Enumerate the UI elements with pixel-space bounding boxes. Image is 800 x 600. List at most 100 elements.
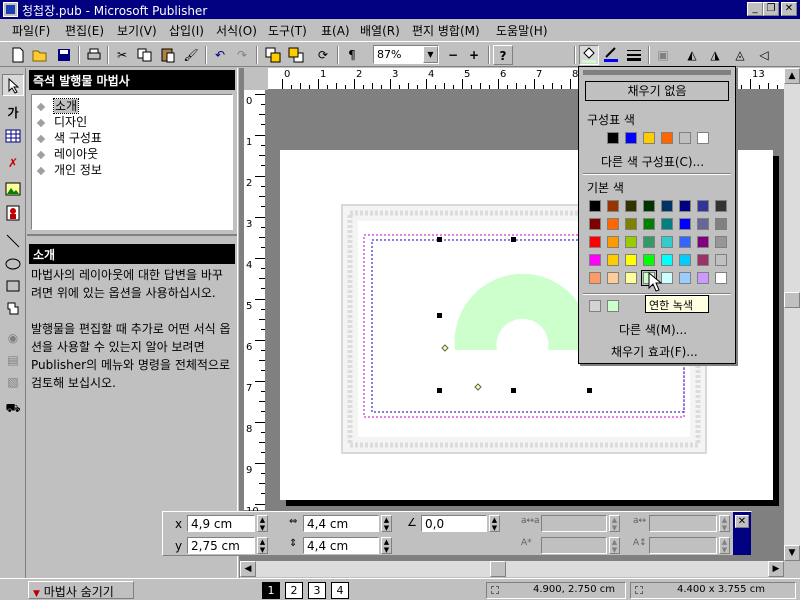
measure-toolbar-titlebar[interactable]: ✕ (733, 512, 751, 555)
basic-color-swatch[interactable] (607, 236, 619, 248)
other-scheme-item[interactable]: 다른 색 구성표(C)... (601, 153, 704, 170)
scheme-color-swatch[interactable] (697, 132, 709, 144)
form-control-icon[interactable]: ◉ (2, 327, 24, 349)
basic-color-swatch[interactable] (715, 236, 727, 248)
more-colors-item[interactable]: 다른 색(M)... (619, 321, 687, 338)
basic-color-swatch[interactable] (679, 236, 691, 248)
shadow-icon[interactable]: ▣ (653, 45, 673, 65)
basic-color-swatch[interactable] (697, 254, 709, 266)
scroll-right-button[interactable]: ▶ (768, 561, 784, 577)
html-code-icon[interactable]: ▤ (2, 349, 24, 371)
basic-color-swatch[interactable] (679, 200, 691, 212)
x-spinner[interactable]: ▲ ▼ (257, 515, 268, 532)
menu-help[interactable]: 도움말(H) (496, 22, 548, 39)
format-painter-icon[interactable]: 🖌 (181, 45, 201, 65)
line-style-icon[interactable] (624, 45, 644, 65)
save-icon[interactable] (54, 45, 74, 65)
basic-color-swatch[interactable] (625, 218, 637, 230)
rectangle-tool-icon[interactable] (2, 275, 24, 297)
menu-drag-bar[interactable] (583, 70, 731, 75)
menu-edit[interactable]: 편집(E) (65, 22, 104, 39)
basic-color-swatch[interactable] (697, 236, 709, 248)
basic-color-swatch[interactable] (625, 200, 637, 212)
zoom-out-button[interactable]: − (443, 45, 463, 65)
wizard-step-intro[interactable]: 소개 (36, 97, 80, 114)
hide-wizard-button[interactable]: ▼ 마법사 숨기기 (28, 581, 134, 599)
basic-color-swatch[interactable] (679, 254, 691, 266)
basic-color-swatch[interactable] (643, 218, 655, 230)
wordart-icon[interactable]: ✗ (2, 152, 24, 174)
basic-color-swatch[interactable] (715, 200, 727, 212)
horizontal-scroll-thumb[interactable] (490, 561, 506, 577)
basic-color-swatch[interactable] (715, 218, 727, 230)
page-tab-3[interactable]: 3 (308, 582, 326, 599)
basic-color-swatch[interactable] (643, 200, 655, 212)
wizard-splitter[interactable] (27, 234, 237, 242)
page-tab-2[interactable]: 2 (285, 582, 303, 599)
paste-icon[interactable] (158, 45, 178, 65)
basic-color-swatch[interactable] (607, 254, 619, 266)
fill-effects-item[interactable]: 채우기 효과(F)... (611, 343, 698, 360)
pointer-icon[interactable] (2, 74, 24, 96)
custom-shapes-icon[interactable] (2, 297, 24, 319)
menu-table[interactable]: 표(A) (321, 22, 350, 39)
help-icon[interactable]: ? (493, 45, 513, 65)
menu-tools[interactable]: 도구(T) (268, 22, 307, 39)
menu-mail-merge[interactable]: 편지 병합(M) (412, 22, 480, 39)
basic-color-swatch[interactable] (607, 218, 619, 230)
open-folder-icon[interactable] (31, 45, 51, 65)
picture-frame-icon[interactable] (2, 178, 24, 200)
vertical-scrollbar[interactable]: ▲ ▼ (784, 68, 800, 561)
width-spinner[interactable]: ▲ ▼ (381, 515, 392, 532)
flip-horizontal-icon[interactable]: ◬ (730, 45, 750, 65)
basic-color-swatch[interactable] (679, 218, 691, 230)
scroll-left-button[interactable]: ◀ (240, 561, 256, 577)
measure-close-button[interactable]: ✕ (735, 515, 749, 528)
height-field[interactable]: 4,4 cm (303, 537, 379, 554)
rotation-field[interactable]: 0,0 (421, 515, 487, 532)
rotation-spinner[interactable]: ▲ ▼ (489, 515, 500, 532)
menu-file[interactable]: 파일(F) (12, 22, 50, 39)
scheme-color-swatch[interactable] (607, 132, 619, 144)
basic-color-swatch[interactable] (715, 254, 727, 266)
menu-format[interactable]: 서식(O) (216, 22, 257, 39)
minimize-button[interactable]: _ (747, 2, 763, 16)
scheme-color-swatch[interactable] (625, 132, 637, 144)
recent-color-swatch[interactable] (607, 300, 619, 312)
basic-color-swatch[interactable] (697, 272, 709, 284)
page-tab-4[interactable]: 4 (331, 582, 349, 599)
menu-insert[interactable]: 삽입(I) (169, 22, 204, 39)
wizard-step-design[interactable]: 디자인 (36, 113, 87, 130)
flip-vertical-icon[interactable]: ◁ (754, 45, 774, 65)
print-icon[interactable] (84, 45, 104, 65)
rotate-icon[interactable]: ⟳ (313, 45, 333, 65)
redo-icon[interactable]: ↷ (232, 45, 252, 65)
text-frame-icon[interactable]: 가 (2, 102, 24, 124)
restore-button[interactable]: ❐ (763, 2, 779, 16)
recent-color-swatch[interactable] (589, 300, 601, 312)
basic-color-swatch[interactable] (589, 272, 601, 284)
basic-color-swatch[interactable] (589, 254, 601, 266)
design-gallery-object-icon[interactable]: ⛟ (2, 397, 24, 419)
width-field[interactable]: 4,4 cm (303, 515, 379, 532)
fill-color-icon[interactable] (579, 45, 599, 65)
basic-color-swatch[interactable] (607, 272, 619, 284)
basic-color-swatch[interactable] (643, 236, 655, 248)
basic-color-swatch[interactable] (589, 218, 601, 230)
new-icon[interactable] (8, 45, 28, 65)
design-gallery-icon[interactable]: ▧ (2, 371, 24, 393)
basic-color-swatch[interactable] (661, 272, 673, 284)
basic-color-swatch[interactable] (607, 200, 619, 212)
publisher-app-icon[interactable] (3, 2, 18, 17)
send-to-back-icon[interactable] (286, 45, 306, 65)
wizard-step-color-scheme[interactable]: 색 구성표 (36, 129, 102, 146)
basic-color-swatch[interactable] (661, 254, 673, 266)
y-position-field[interactable]: 2,75 cm (187, 537, 255, 554)
horizontal-scrollbar[interactable]: ◀ ▶ (240, 561, 784, 577)
wizard-step-layout[interactable]: 레이아웃 (36, 145, 98, 162)
close-button[interactable]: ✕ (781, 2, 797, 16)
basic-color-swatch[interactable] (589, 200, 601, 212)
basic-color-swatch[interactable] (625, 236, 637, 248)
vertical-ruler[interactable]: 012345678910 (244, 90, 266, 535)
basic-color-swatch[interactable] (679, 272, 691, 284)
